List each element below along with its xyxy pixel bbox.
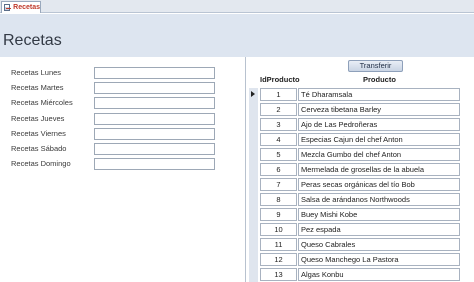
product-name-cell[interactable]: Ajo de Las Pedroñeras (298, 118, 460, 131)
recetas-viernes-field[interactable] (94, 128, 215, 140)
recetas-lunes-field[interactable] (94, 67, 215, 79)
table-row: 13 Algas Konbu (260, 268, 460, 282)
product-id-cell[interactable]: 1 (260, 88, 297, 101)
product-id-cell[interactable]: 4 (260, 133, 297, 146)
recetas-miercoles-field[interactable] (94, 97, 215, 109)
column-header-id: IdProducto (260, 75, 300, 84)
product-id-cell[interactable]: 10 (260, 223, 297, 236)
table-row: 11 Queso Cabrales (260, 238, 460, 252)
product-name-cell[interactable]: Peras secas orgánicas del tío Bob (298, 178, 460, 191)
page-title: Recetas (3, 32, 62, 49)
table-row: 10 Pez espada (260, 223, 460, 237)
product-id-cell[interactable]: 11 (260, 238, 297, 251)
record-selector-column[interactable] (249, 88, 258, 282)
product-name-cell[interactable]: Té Dharamsala (298, 88, 460, 101)
tab-label: Recetas (13, 4, 40, 11)
days-panel: Recetas Lunes Recetas Martes Recetas Mié… (0, 57, 244, 282)
current-record-arrow-icon (251, 91, 255, 97)
transfer-button[interactable]: Transferir (348, 60, 403, 72)
recetas-jueves-field[interactable] (94, 113, 215, 125)
day-label: Recetas Lunes (11, 68, 62, 77)
table-row: 3 Ajo de Las Pedroñeras (260, 118, 460, 132)
day-label: Recetas Domingo (11, 159, 71, 168)
product-name-cell[interactable]: Queso Manchego La Pastora (298, 253, 460, 266)
product-name-cell[interactable]: Cerveza tibetana Barley (298, 103, 460, 116)
day-label: Recetas Sábado (11, 144, 67, 153)
table-row: 1 Té Dharamsala (260, 88, 460, 102)
table-row: 8 Salsa de arándanos Northwoods (260, 193, 460, 207)
product-id-cell[interactable]: 2 (260, 103, 297, 116)
recetas-sabado-field[interactable] (94, 143, 215, 155)
product-name-cell[interactable]: Especias Cajun del chef Anton (298, 133, 460, 146)
day-label: Recetas Martes (11, 83, 64, 92)
product-name-cell[interactable]: Salsa de arándanos Northwoods (298, 193, 460, 206)
products-subform: Transferir IdProducto Producto 1 Té Dhar… (245, 57, 474, 282)
recetas-domingo-field[interactable] (94, 158, 215, 170)
table-row: 4 Especias Cajun del chef Anton (260, 133, 460, 147)
table-row: 9 Buey Mishi Kobe (260, 208, 460, 222)
product-id-cell[interactable]: 8 (260, 193, 297, 206)
recetas-martes-field[interactable] (94, 82, 215, 94)
day-label: Recetas Viernes (11, 129, 66, 138)
product-id-cell[interactable]: 5 (260, 148, 297, 161)
product-name-cell[interactable]: Mezcla Gumbo del chef Anton (298, 148, 460, 161)
tab-recetas[interactable]: Recetas (1, 1, 41, 13)
product-id-cell[interactable]: 6 (260, 163, 297, 176)
product-id-cell[interactable]: 13 (260, 268, 297, 281)
product-id-cell[interactable]: 12 (260, 253, 297, 266)
product-name-cell[interactable]: Buey Mishi Kobe (298, 208, 460, 221)
document-tab-strip: Recetas (0, 0, 474, 13)
day-label: Recetas Miércoles (11, 98, 73, 107)
table-row: 6 Mermelada de grosellas de la abuela (260, 163, 460, 177)
table-row: 7 Peras secas orgánicas del tío Bob (260, 178, 460, 192)
table-row: 5 Mezcla Gumbo del chef Anton (260, 148, 460, 162)
product-id-cell[interactable]: 3 (260, 118, 297, 131)
product-id-cell[interactable]: 7 (260, 178, 297, 191)
product-name-cell[interactable]: Algas Konbu (298, 268, 460, 281)
form-icon (4, 4, 12, 11)
product-id-cell[interactable]: 9 (260, 208, 297, 221)
product-name-cell[interactable]: Queso Cabrales (298, 238, 460, 251)
column-header-product: Producto (363, 75, 396, 84)
table-row: 12 Queso Manchego La Pastora (260, 253, 460, 267)
form-header: Recetas (0, 14, 474, 57)
table-row: 2 Cerveza tibetana Barley (260, 103, 460, 117)
day-label: Recetas Jueves (11, 114, 65, 123)
product-name-cell[interactable]: Mermelada de grosellas de la abuela (298, 163, 460, 176)
product-name-cell[interactable]: Pez espada (298, 223, 460, 236)
